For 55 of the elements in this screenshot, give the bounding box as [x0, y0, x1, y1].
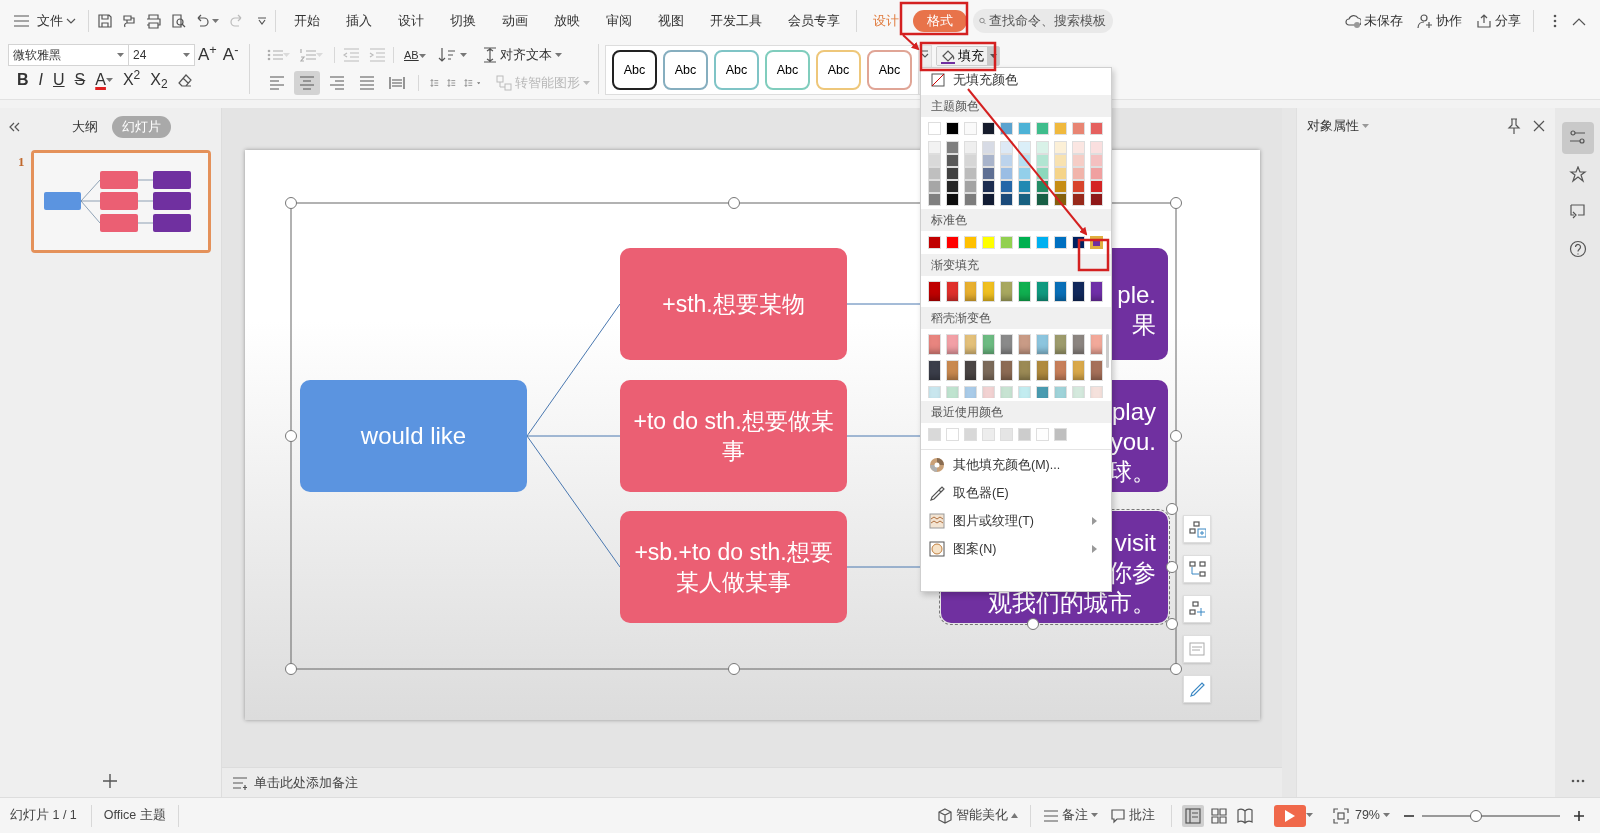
panel-tab[interactable]: 大纲 — [62, 116, 108, 138]
toolbar-button[interactable]: 未保存 — [1339, 11, 1409, 31]
font-name-dropdown[interactable]: 微软雅黑 — [8, 44, 129, 66]
font-size-dropdown[interactable]: 24 — [129, 44, 195, 66]
toolbar-button[interactable]: 分享 — [1470, 11, 1527, 31]
ribbon-tab[interactable]: 放映 — [542, 10, 592, 32]
panel-title-dropdown[interactable]: 对象属性 — [1307, 116, 1369, 136]
grow-font-button[interactable]: A$^{+}$ — [195, 45, 220, 65]
subscript-button[interactable]: X$_{2}$ — [145, 70, 173, 90]
file-menu[interactable]: 文件 — [31, 11, 82, 31]
shape-style-button[interactable]: Abc — [867, 50, 912, 90]
notes-placeholder[interactable]: 单击此处添加备注 — [254, 772, 358, 793]
section-heading: 标准色 — [921, 209, 1111, 231]
diagram-node: would like — [300, 380, 527, 492]
ribbon-tab[interactable]: 插入 — [334, 10, 384, 32]
notes-button[interactable]: 备注 — [1036, 806, 1104, 825]
text-direction-button[interactable]: AB — [402, 45, 428, 65]
italic-button[interactable]: I — [33, 70, 48, 90]
diagram-node: +sth.想要某物 — [620, 248, 847, 360]
ribbon-tab[interactable]: 审阅 — [594, 10, 644, 32]
slide-counter: 幻灯片 1 / 1 — [9, 807, 78, 825]
ribbon-tab[interactable]: 会员专享 — [776, 10, 852, 32]
bold-button[interactable]: B — [12, 70, 34, 90]
fill-dropdown-button[interactable]: 填充 — [936, 46, 1000, 66]
shape-style-button[interactable]: Abc — [765, 50, 810, 90]
strikethrough-button[interactable]: S — [69, 70, 91, 90]
shape-style-button[interactable]: Abc — [663, 50, 708, 90]
ribbon-tab[interactable]: 开始 — [282, 10, 332, 32]
superscript-button[interactable]: X$^{2}$ — [117, 70, 146, 90]
diagram-node: +to do sth.想要做某事 — [620, 380, 847, 492]
underline-button[interactable]: U — [48, 70, 70, 90]
diagram-node: +sb.+to do sth.想要某人做某事 — [620, 511, 847, 623]
section-heading: 渐变填充 — [921, 254, 1111, 276]
no-fill-item[interactable]: 无填充颜色 — [921, 68, 1111, 92]
beautify-button[interactable]: 智能美化 — [930, 806, 1024, 825]
ribbon-tab[interactable]: 开发工具 — [698, 10, 774, 32]
font-color-button[interactable]: A — [90, 70, 118, 90]
slide-number: 1 — [18, 153, 25, 171]
section-heading: 主题颜色 — [921, 95, 1111, 117]
shrink-font-button[interactable]: A$^{-}$ — [219, 45, 242, 65]
shape-style-button[interactable]: Abc — [714, 50, 759, 90]
ribbon-tab[interactable]: 切换 — [438, 10, 488, 32]
shape-style-button[interactable]: Abc — [612, 50, 657, 90]
ribbon-tab[interactable]: 动画 — [490, 10, 540, 32]
comments-button[interactable]: 批注 — [1103, 806, 1161, 825]
theme-name: Office 主题 — [102, 807, 167, 825]
align-text-button[interactable]: 对齐文本 — [478, 45, 566, 65]
zoom-dropdown[interactable]: 79% — [1348, 806, 1396, 825]
section-heading: 最近使用颜色 — [921, 401, 1111, 423]
ribbon-tab[interactable]: 视图 — [646, 10, 696, 32]
shape-style-button[interactable]: Abc — [816, 50, 861, 90]
toolbar-button[interactable]: 协作 — [1411, 11, 1468, 31]
ribbon-tab[interactable]: 设计 — [386, 10, 436, 32]
section-heading: 稻壳渐变色 — [921, 307, 1111, 329]
search-field[interactable]: 查找命令、搜索模板 — [973, 9, 1113, 33]
